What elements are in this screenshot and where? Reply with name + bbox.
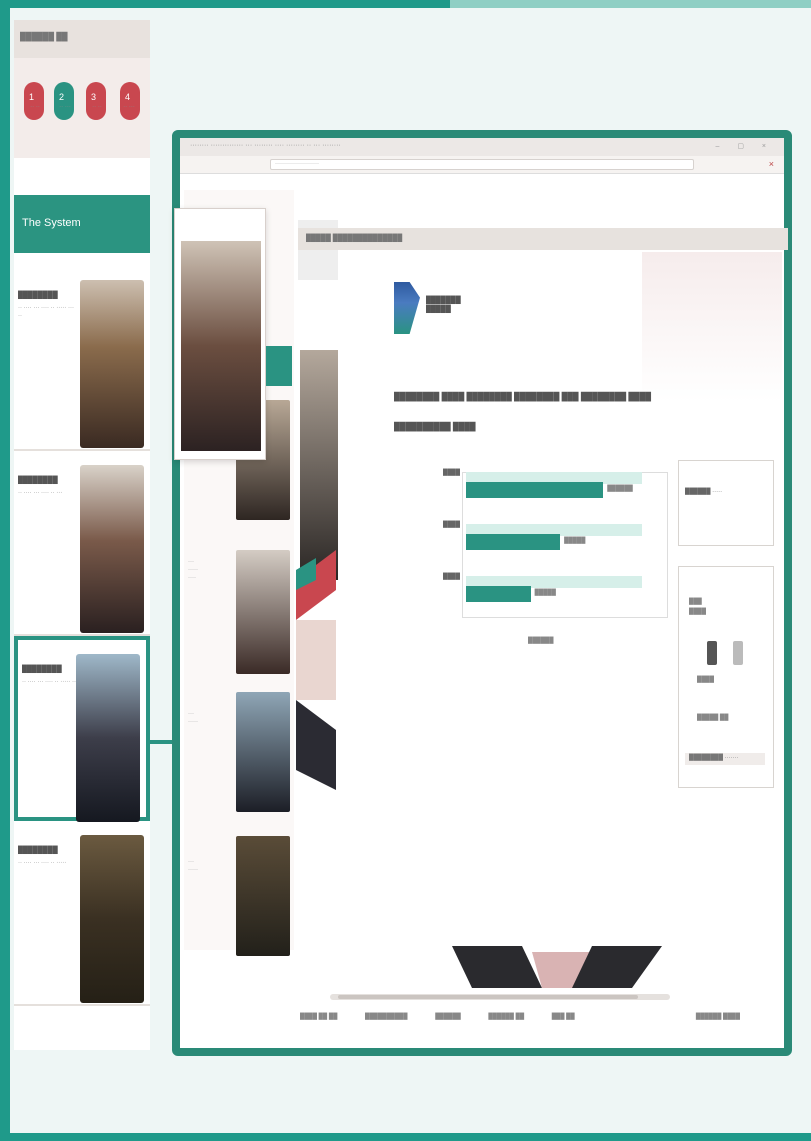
- window-title: ········ ·············· ··· ········ ···…: [190, 142, 341, 149]
- browser-window: ········ ·············· ··· ········ ···…: [172, 130, 792, 1056]
- footer-links: ████ ██ ██ ██████████ ██████ ██████ ██ █…: [300, 1014, 780, 1026]
- pin-4[interactable]: 4: [120, 82, 140, 120]
- pin-2-caption: ·· ···: [59, 104, 71, 110]
- bar-category-label: ████: [442, 470, 460, 476]
- left-panel-title: The System: [14, 195, 150, 253]
- list-item-text: ████████ ·· ···· ··· ···· ·· ···: [18, 471, 74, 497]
- chart-x-label: ██████: [528, 638, 554, 644]
- content-header: █████ ██████████████: [298, 228, 788, 250]
- footer-link[interactable]: ███ ██: [552, 1014, 575, 1020]
- connector-line: [150, 740, 172, 744]
- address-bar: ······················ ×: [180, 156, 784, 174]
- list-item-text: ████████ ·· ···· ··· ···· ·· ····· ··· ··: [18, 286, 74, 320]
- inner-caption: ············: [188, 559, 198, 581]
- address-input[interactable]: ······················: [270, 159, 694, 170]
- detail-line-1: ███: [689, 599, 702, 605]
- list-item-body: ·· ···· ··· ···· ·· ·····: [18, 860, 67, 866]
- detail-footer: ████████ ·······: [685, 753, 765, 765]
- inner-photo: [236, 692, 290, 812]
- list-item-label: ████████: [22, 666, 62, 673]
- logo-text: ███████ █████: [426, 297, 461, 313]
- list-item-photo: [80, 835, 144, 1003]
- pin-4-number: 4: [125, 92, 131, 102]
- chart-bar: [466, 534, 561, 550]
- pin-2-number: 2: [59, 92, 65, 102]
- inner-caption: ··· ·····: [188, 711, 198, 725]
- bar-category-label: ████: [442, 522, 460, 528]
- left-panel-header: ██████ ██: [14, 20, 150, 58]
- question-line-1: ████████ ████ ████████ ████████ ███ ████…: [394, 392, 652, 401]
- list-item[interactable]: ████████ ·· ···· ··· ···· ·· ·····: [14, 821, 150, 1006]
- list-item-label: ████████: [18, 847, 58, 854]
- person-outline-icon: [733, 641, 743, 665]
- right-panel: ██████ ····· ███ ████ ████ █████ ██ ████…: [678, 460, 774, 794]
- list-item-body: ·· ···· ··· ···· ·· ···: [18, 490, 63, 496]
- footer-link[interactable]: ██████████: [365, 1014, 408, 1020]
- logo-mark-icon: [394, 282, 420, 334]
- diagonal-graphic: [296, 550, 336, 790]
- detail-caption-2: █████ ██: [697, 715, 729, 721]
- pin-row: 1 ·· ·· 2 ·· ··· 3 ·· ·· 4 ·· ···: [14, 58, 150, 158]
- list-item-label: ████████: [18, 292, 58, 299]
- pin-3[interactable]: 3: [86, 82, 106, 120]
- pin-2[interactable]: 2: [54, 82, 74, 120]
- list-item[interactable]: ████████ ·· ···· ··· ···· ·· ····· ··· ··: [14, 266, 150, 451]
- bar-value-label: ██████: [607, 486, 633, 492]
- chart-bar: [466, 482, 604, 498]
- window-controls[interactable]: – ▢ ×: [716, 142, 774, 150]
- footer-right-link[interactable]: ██████ ████: [696, 1014, 740, 1020]
- footer-link[interactable]: ██████: [435, 1014, 461, 1020]
- inner-caption: ··· ·····: [188, 859, 198, 873]
- horizontal-scrollbar[interactable]: [330, 994, 670, 1000]
- inner-photo: [236, 836, 290, 956]
- list-item-body: ·· ···· ··· ···· ·· ····· ··· ··: [18, 305, 74, 319]
- list-item-photo: [76, 654, 140, 822]
- list-item-text: ████████ ·· ···· ··· ···· ·· ·····: [18, 841, 74, 867]
- bar-value-label: █████: [534, 590, 556, 596]
- detail-box: ███ ████ ████ █████ ██ ████████ ·······: [678, 566, 774, 788]
- detail-lines: ███ ████: [689, 597, 706, 617]
- close-icon[interactable]: ×: [769, 159, 774, 169]
- popup-photo: [181, 241, 261, 451]
- story-list: ████████ ·· ···· ··· ···· ·· ····· ··· ··…: [14, 266, 150, 1006]
- list-item-photo: [80, 280, 144, 448]
- inner-photo: [236, 550, 290, 674]
- photo-popup[interactable]: [174, 208, 266, 460]
- detail-line-2: ████: [689, 609, 707, 615]
- bar-chart: ████ ██████ ████ █████ ████ █████ ██████: [430, 468, 680, 658]
- footer-link[interactable]: ██████ ██: [488, 1014, 524, 1020]
- footer-graphic: [452, 946, 662, 988]
- detail-caption-1: ████: [697, 677, 715, 683]
- pin-1-caption: ·· ··: [30, 104, 40, 110]
- pin-4-caption: ·· ···: [123, 104, 135, 110]
- window-titlebar: ········ ·············· ··· ········ ···…: [180, 138, 784, 156]
- survey-question: ████████ ████ ████████ ████████ ███ ████…: [394, 382, 654, 442]
- strip-thumb: [300, 350, 338, 580]
- info-box: ██████ ·····: [678, 460, 774, 546]
- chart-bar: [466, 586, 531, 602]
- list-item-body: ·· ···· ··· ···· ·· ····· ··: [22, 679, 76, 685]
- pin-3-caption: ·· ··: [92, 104, 102, 110]
- list-item-selected[interactable]: ████████ ·· ···· ··· ···· ·· ····· ··: [14, 636, 150, 822]
- list-item-photo: [80, 465, 144, 633]
- pin-1[interactable]: 1: [24, 82, 44, 120]
- list-item[interactable]: ████████ ·· ···· ··· ···· ·· ···: [14, 451, 150, 636]
- bar-category-label: ████: [442, 574, 460, 580]
- list-item-text: ████████ ·· ···· ··· ···· ·· ····· ··: [22, 660, 78, 686]
- person-icon: [707, 641, 717, 665]
- question-line-2: ██████████ ████: [394, 422, 476, 431]
- left-panel: ██████ ██ 1 ·· ·· 2 ·· ··· 3 ·· ·· 4 ·· …: [14, 20, 150, 1050]
- bar-value-label: █████: [564, 538, 586, 544]
- scrollbar-thumb[interactable]: [338, 995, 638, 999]
- pin-3-number: 3: [91, 92, 97, 102]
- header-background: [642, 252, 782, 402]
- organization-logo: ███████ █████: [394, 282, 486, 334]
- pin-1-number: 1: [29, 92, 35, 102]
- footer-link[interactable]: ████ ██ ██: [300, 1014, 337, 1020]
- teal-tab[interactable]: [266, 346, 292, 386]
- list-item-label: ████████: [18, 477, 58, 484]
